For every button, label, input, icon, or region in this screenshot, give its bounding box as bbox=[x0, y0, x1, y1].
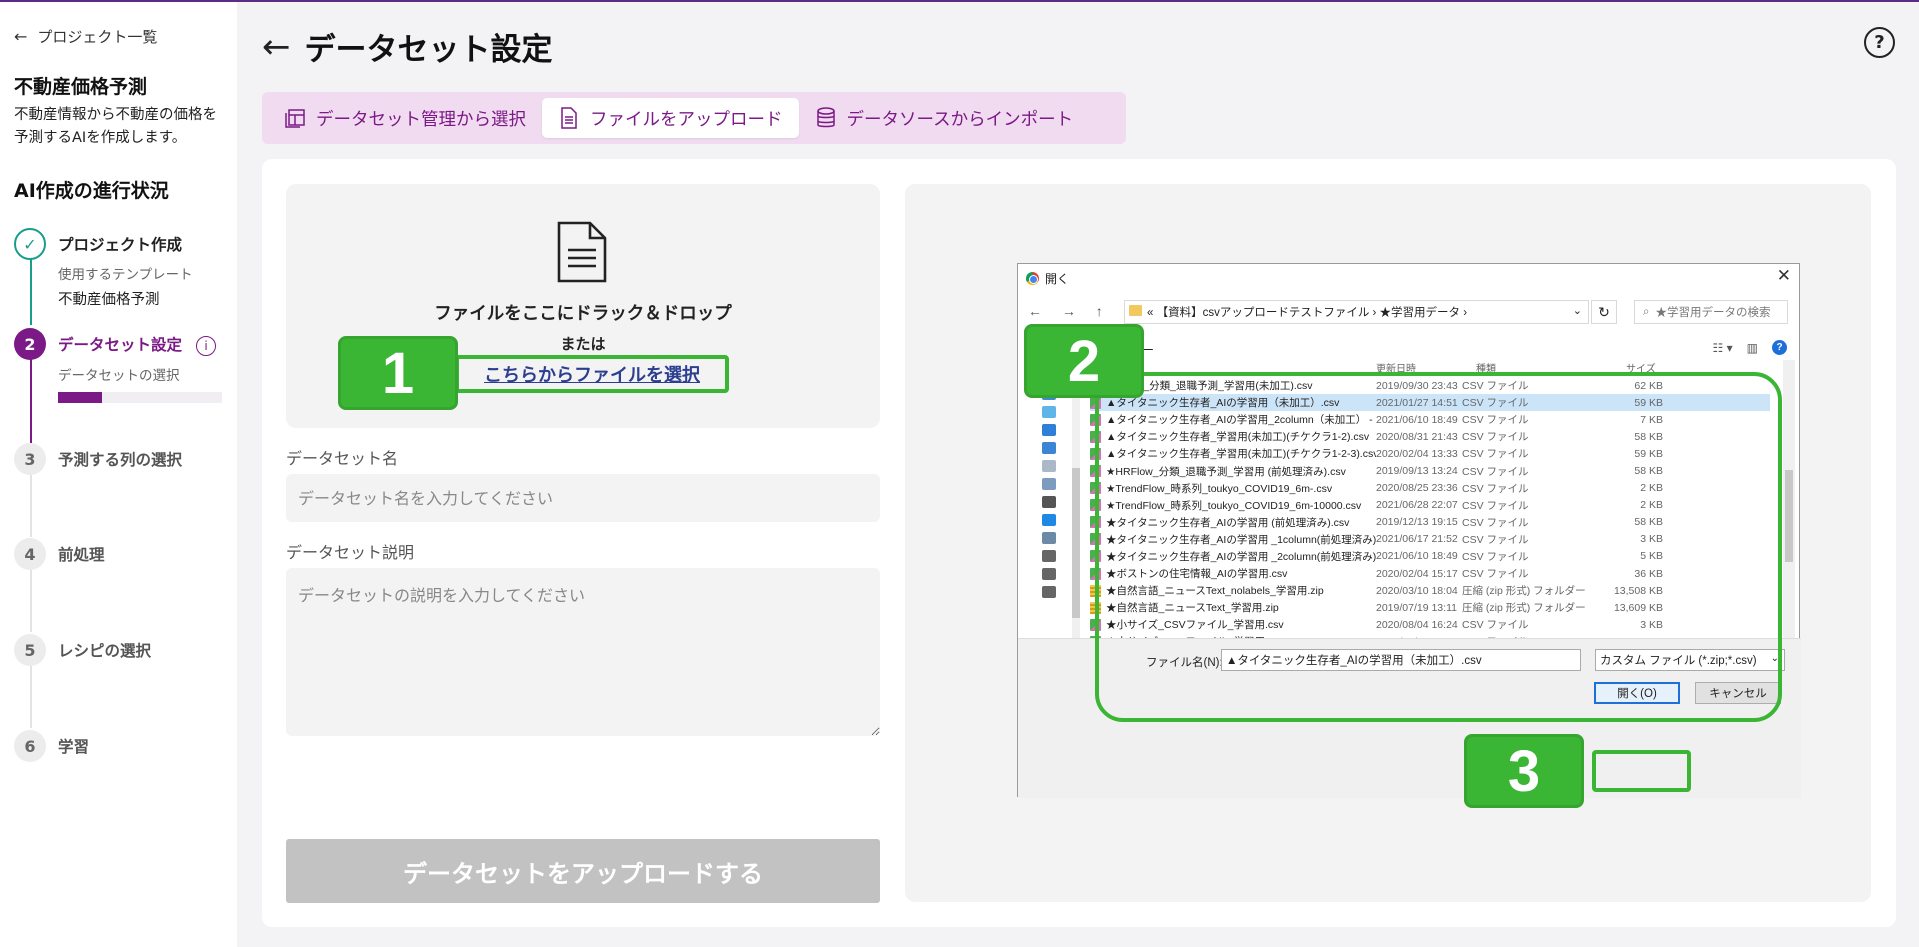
dialog-path-text: « 【資料】csvアップロードテストファイル › ★学習用データ › bbox=[1147, 307, 1468, 319]
drive-icon bbox=[1042, 568, 1056, 580]
download-icon bbox=[1042, 424, 1056, 436]
step-recipe[interactable]: 5 レシピの選択 bbox=[14, 634, 151, 666]
refresh-icon: ↻ bbox=[1591, 300, 1617, 324]
preview-pane-icon: ▥ bbox=[1746, 340, 1758, 355]
search-icon: ⌕ bbox=[1643, 305, 1650, 318]
dialog-search-box: ⌕ ★学習用データの検索 bbox=[1634, 300, 1788, 324]
step-progress-bar bbox=[58, 391, 222, 403]
dataset-table-icon bbox=[284, 107, 306, 129]
document-icon bbox=[1042, 460, 1056, 472]
info-icon[interactable]: i bbox=[196, 335, 217, 356]
step-label: 前処理 bbox=[58, 546, 105, 564]
progress-title: AI作成の進行状況 bbox=[14, 180, 169, 202]
drive-icon bbox=[1042, 550, 1056, 562]
step-progress-fill bbox=[58, 391, 103, 403]
step-number: 3 bbox=[14, 443, 46, 475]
tab-dataset-management[interactable]: データセット管理から選択 bbox=[268, 98, 542, 138]
step-connector bbox=[30, 570, 32, 632]
file-list-highlight bbox=[1095, 372, 1782, 722]
step-number: 5 bbox=[14, 634, 46, 666]
file-list-scrollbar bbox=[1783, 360, 1795, 638]
dialog-title-text: 開く bbox=[1045, 272, 1070, 286]
back-to-projects-link[interactable]: ← プロジェクト一覧 bbox=[14, 26, 157, 47]
chevron-down-icon: ⌄ bbox=[1572, 305, 1582, 317]
step-preprocess[interactable]: 4 前処理 bbox=[14, 538, 105, 570]
dataset-description-input[interactable] bbox=[286, 568, 880, 736]
picture-icon bbox=[1042, 478, 1056, 490]
dialog-view-tools: ☷ ▾ ▥ ? bbox=[1713, 340, 1787, 355]
drive-icon bbox=[1042, 586, 1056, 598]
tab-label: データセット管理から選択 bbox=[316, 109, 526, 130]
folder-icon bbox=[1129, 305, 1142, 316]
page-title: データセット設定 bbox=[304, 32, 553, 68]
back-link-label: プロジェクト一覧 bbox=[37, 28, 158, 46]
help-icon: ? bbox=[1772, 340, 1787, 355]
close-icon: ✕ bbox=[1776, 266, 1791, 285]
source-tabs: データセット管理から選択 ファイルをアップロード データソースからインポート bbox=[262, 92, 1126, 144]
desktop-icon bbox=[1042, 442, 1056, 454]
page-header: ← データセット設定 bbox=[262, 24, 553, 69]
project-description: 不動産情報から不動産の価格を予測するAIを作成します。 bbox=[14, 107, 217, 146]
step-badge-1: 1 bbox=[338, 336, 458, 410]
file-icon bbox=[556, 220, 608, 288]
step-project-create[interactable]: ✓ プロジェクト作成 使用するテンプレート 不動産価格予測 bbox=[14, 228, 193, 309]
view-options-icon: ☷ ▾ bbox=[1712, 340, 1733, 355]
tab-data-source-import[interactable]: データソースからインポート bbox=[799, 98, 1090, 138]
dataset-name-input[interactable] bbox=[286, 474, 880, 522]
step-training[interactable]: 6 学習 bbox=[14, 730, 89, 762]
project-title: 不動産価格予測 bbox=[14, 76, 148, 98]
drop-instruction: ファイルをここにドラック＆ドロップ bbox=[434, 304, 732, 324]
step-sublabel: データセットの選択 bbox=[58, 367, 180, 384]
tab-file-upload[interactable]: ファイルをアップロード bbox=[542, 98, 799, 138]
check-icon: ✓ bbox=[14, 228, 46, 260]
dataset-description-label: データセット説明 bbox=[286, 543, 415, 562]
dialog-address-bar: « 【資料】csvアップロードテストファイル › ★学習用データ › ⌄ bbox=[1124, 300, 1589, 324]
step-target-column[interactable]: 3 予測する列の選択 bbox=[14, 443, 182, 475]
step-dataset-setting[interactable]: 2 データセット設定 i データセットの選択 bbox=[14, 328, 222, 403]
step-label: 学習 bbox=[58, 738, 90, 756]
3d-object-icon bbox=[1042, 406, 1056, 418]
step-badge-3: 3 bbox=[1464, 734, 1584, 808]
step-label: データセット設定 bbox=[58, 336, 183, 354]
dataset-name-label: データセット名 bbox=[286, 449, 399, 468]
step-value: 不動産価格予測 bbox=[58, 292, 160, 308]
step-connector bbox=[30, 475, 32, 537]
step-label: レシピの選択 bbox=[58, 642, 152, 660]
choose-file-link[interactable]: こちらからファイルを選択 bbox=[455, 355, 729, 393]
open-button-highlight bbox=[1592, 750, 1691, 792]
step-number: 6 bbox=[14, 730, 46, 762]
back-arrow-icon[interactable]: ← bbox=[262, 27, 291, 67]
dialog-nav-arrows-icon: ← → ↑ bbox=[1028, 303, 1111, 319]
chrome-icon bbox=[1026, 272, 1039, 285]
arrow-left-icon: ← bbox=[14, 27, 28, 46]
video-icon bbox=[1042, 496, 1056, 508]
step-number: 2 bbox=[14, 328, 46, 360]
tab-label: データソースからインポート bbox=[846, 109, 1074, 130]
step-sublabel: 使用するテンプレート bbox=[58, 267, 193, 283]
dialog-search-placeholder: ★学習用データの検索 bbox=[1655, 307, 1771, 319]
step-label: プロジェクト作成 bbox=[58, 236, 183, 254]
tab-label: ファイルをアップロード bbox=[590, 109, 783, 130]
document-icon bbox=[558, 107, 580, 129]
music-icon bbox=[1042, 514, 1056, 526]
dialog-nav-pane bbox=[1030, 364, 1072, 634]
step-number: 4 bbox=[14, 538, 46, 570]
step-connector bbox=[30, 666, 32, 728]
nav-pane-scrollbar bbox=[1072, 360, 1080, 638]
dialog-title: 開く bbox=[1026, 270, 1069, 287]
upload-dataset-button[interactable]: データセットをアップロードする bbox=[286, 839, 880, 903]
database-icon bbox=[815, 107, 837, 129]
step-badge-2: 2 bbox=[1024, 324, 1144, 398]
drive-icon bbox=[1042, 532, 1056, 544]
step-label: 予測する列の選択 bbox=[58, 451, 183, 469]
sidebar: ← プロジェクト一覧 不動産価格予測 不動産情報から不動産の価格を予測するAIを… bbox=[0, 2, 237, 947]
help-icon[interactable]: ? bbox=[1864, 27, 1895, 58]
